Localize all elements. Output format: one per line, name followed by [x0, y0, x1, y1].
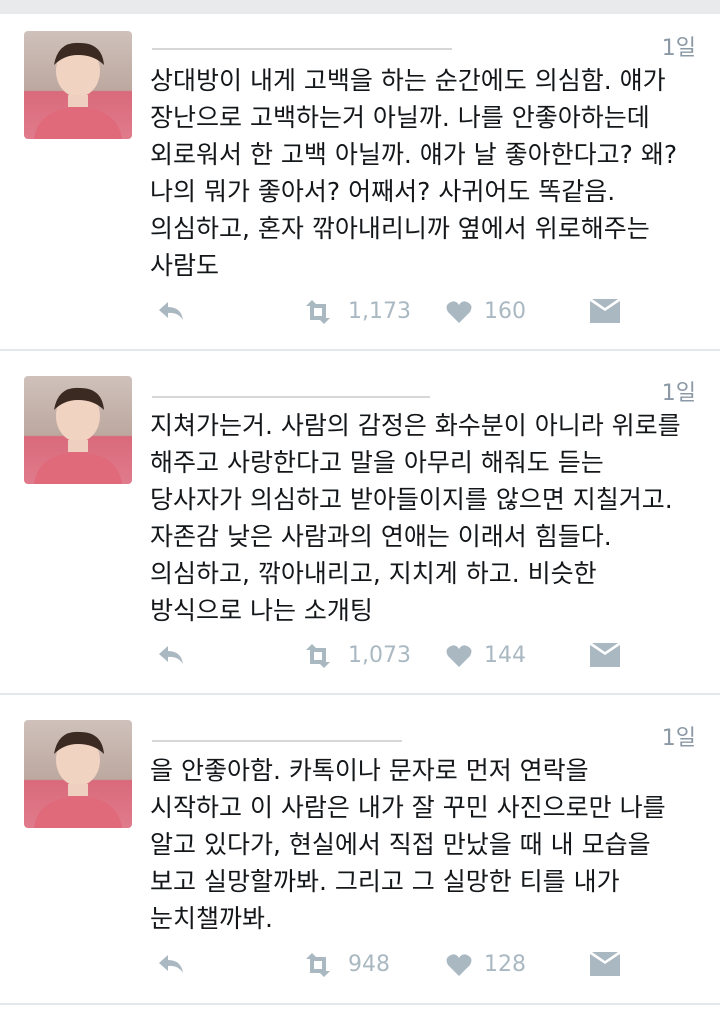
- redacted-username: [152, 24, 452, 50]
- envelope-icon: [590, 299, 620, 323]
- avatar[interactable]: [24, 31, 132, 139]
- tweet-text: 을 안좋아함. 카톡이나 문자로 먼저 연락을 시작하고 이 사람은 내가 잘 …: [150, 756, 666, 933]
- heart-icon: [446, 644, 472, 667]
- like-count: 144: [484, 643, 526, 668]
- like-count: 128: [484, 952, 526, 977]
- retweet-count: 948: [348, 952, 390, 977]
- dm-button[interactable]: [590, 643, 620, 667]
- avatar[interactable]: [24, 376, 132, 484]
- tweet-actions: 1,073 144: [150, 643, 630, 673]
- tweet-actions: 948 128: [150, 952, 630, 982]
- reply-icon: [159, 955, 183, 973]
- tweet-text: 상대방이 내게 고백을 하는 순간에도 의심함. 얘가 장난으로 고백하는거 아…: [150, 66, 678, 280]
- like-button[interactable]: 144: [446, 643, 526, 668]
- reply-icon: [159, 302, 183, 320]
- tweet-time[interactable]: 1일: [662, 375, 696, 407]
- retweet-button[interactable]: 1,173: [300, 299, 411, 324]
- tweet-time[interactable]: 1일: [662, 30, 696, 62]
- reply-button[interactable]: [156, 299, 186, 323]
- tweet-time[interactable]: 1일: [662, 720, 696, 752]
- retweet-icon: [306, 643, 330, 668]
- tweet-text: 지쳐가는거. 사람의 감정은 화수분이 아니라 위로를 해주고 사랑한다고 말을…: [150, 411, 681, 625]
- like-count: 160: [484, 299, 526, 324]
- retweet-count: 1,073: [348, 643, 411, 668]
- retweet-icon: [306, 952, 330, 977]
- tweet-2[interactable]: ˙ 1일 지쳐가는거. 사람의 감정은 화수분이 아니라 위로를 해주고 사랑한…: [0, 350, 720, 694]
- tweet-1[interactable]: ˙ 1일 상대방이 내게 고백을 하는 순간에도 의심함. 얘가 장난으로 고백…: [0, 0, 720, 350]
- avatar[interactable]: [24, 720, 132, 828]
- redacted-username: [152, 712, 402, 742]
- heart-icon: [446, 953, 472, 976]
- dm-button[interactable]: [590, 952, 620, 976]
- tweet-3[interactable]: 1일 을 안좋아함. 카톡이나 문자로 먼저 연락을 시작하고 이 사람은 내가…: [0, 694, 720, 1009]
- heart-icon: [446, 300, 472, 323]
- tweet-actions: 1,173 160: [150, 299, 630, 329]
- reply-icon: [159, 646, 183, 664]
- reply-button[interactable]: [156, 643, 186, 667]
- redacted-username: [152, 366, 430, 398]
- like-button[interactable]: 160: [446, 299, 526, 324]
- like-button[interactable]: 128: [446, 952, 526, 977]
- separator: [0, 1003, 720, 1005]
- reply-button[interactable]: [156, 952, 186, 976]
- dm-button[interactable]: [590, 299, 620, 323]
- envelope-icon: [590, 643, 620, 667]
- retweet-button[interactable]: 1,073: [300, 643, 411, 668]
- retweet-count: 1,173: [348, 299, 411, 324]
- retweet-icon: [306, 299, 330, 324]
- envelope-icon: [590, 952, 620, 976]
- retweet-button[interactable]: 948: [300, 952, 390, 977]
